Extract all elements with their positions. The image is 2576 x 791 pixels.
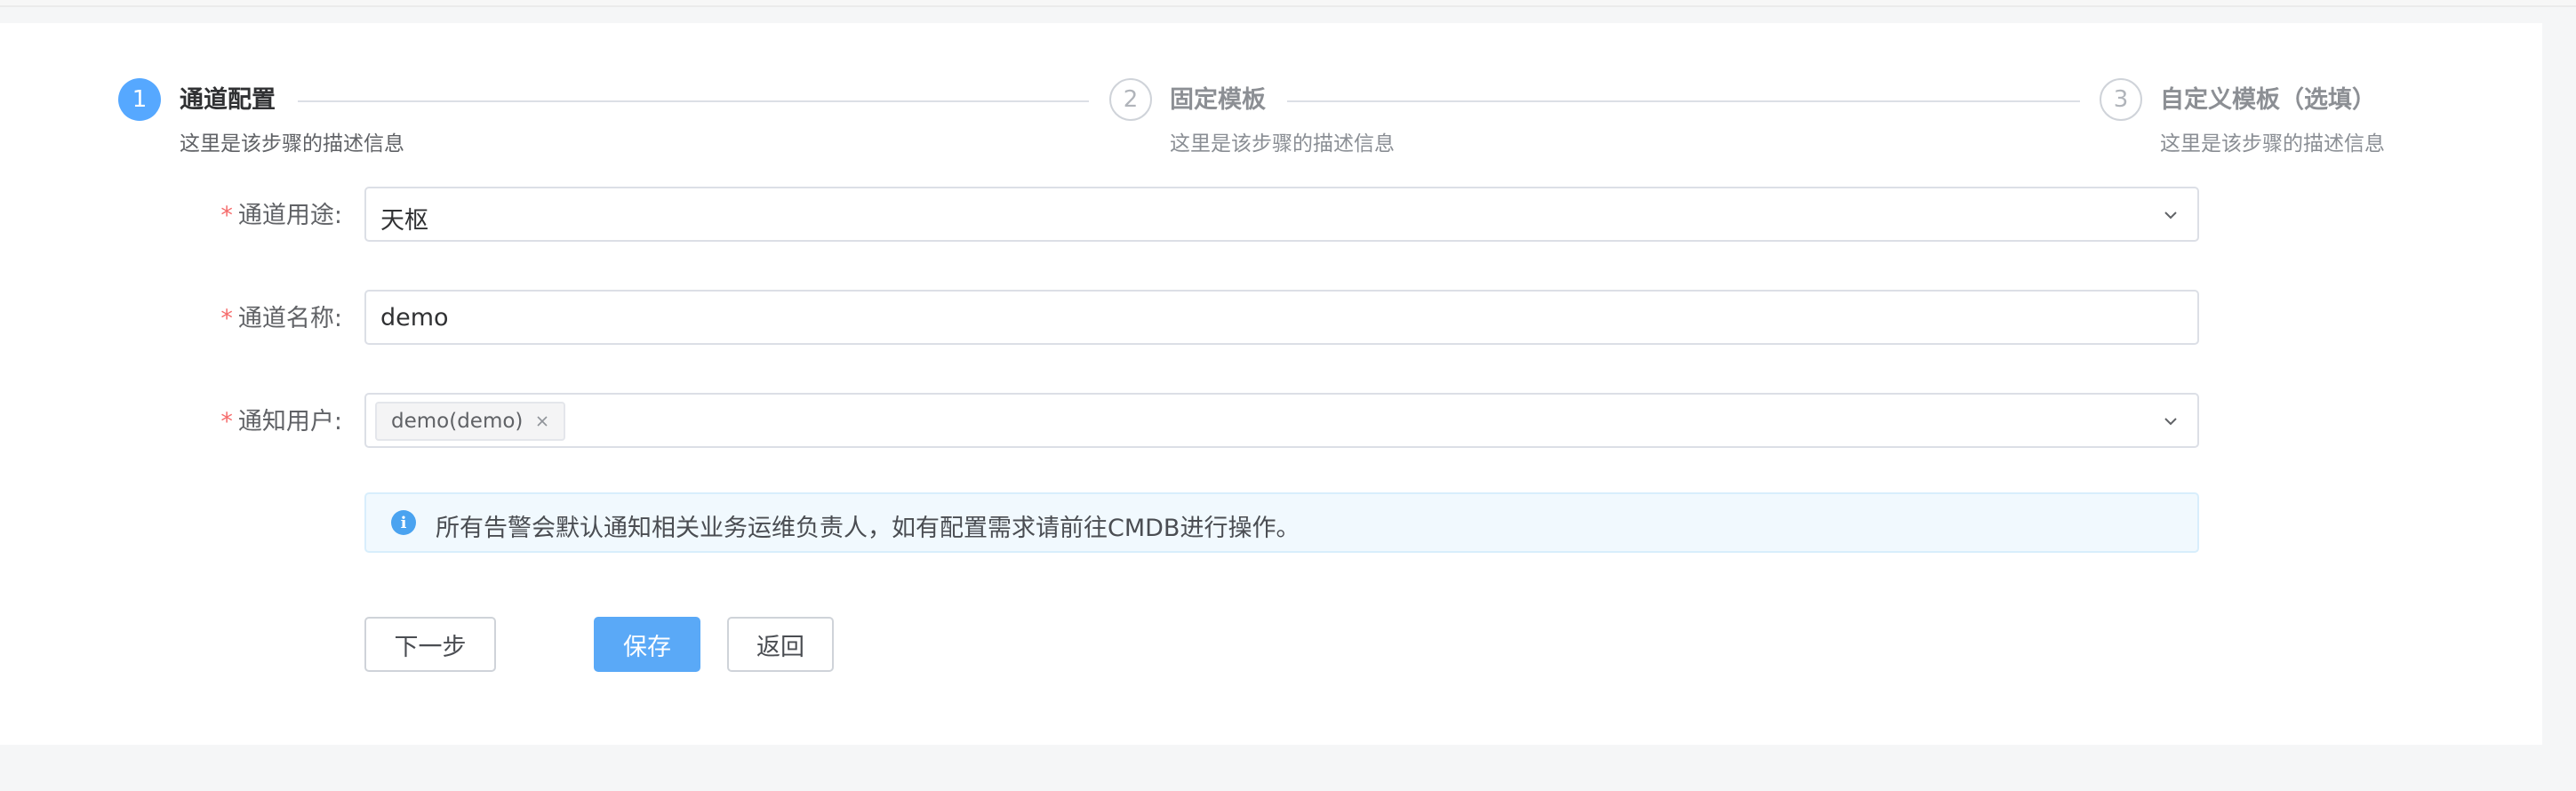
info-alert: i 所有告警会默认通知相关业务运维负责人，如有配置需求请前往CMDB进行操作。 bbox=[364, 492, 2199, 553]
step-2-title: 固定模板 bbox=[1170, 86, 1266, 114]
info-icon: i bbox=[391, 510, 416, 535]
step-1-number: 1 bbox=[118, 78, 161, 121]
next-step-button[interactable]: 下一步 bbox=[364, 617, 496, 672]
content-card: 1 通道配置 这里是该步骤的描述信息 2 固定模板 这里是该步骤的描述信息 3 … bbox=[0, 23, 2542, 745]
required-mark: * bbox=[220, 202, 233, 229]
chevron-down-icon bbox=[2164, 418, 2177, 426]
step-2-desc: 这里是该步骤的描述信息 bbox=[1170, 132, 1395, 156]
name-input[interactable]: demo bbox=[364, 290, 2199, 345]
step-1-title: 通道配置 bbox=[180, 86, 276, 114]
close-icon[interactable] bbox=[535, 414, 549, 428]
save-button[interactable]: 保存 bbox=[594, 617, 700, 672]
users-label-text: 通知用户: bbox=[237, 408, 342, 435]
step-connector-1 bbox=[298, 100, 1089, 102]
step-1-desc: 这里是该步骤的描述信息 bbox=[180, 132, 404, 156]
back-button[interactable]: 返回 bbox=[727, 617, 834, 672]
step-connector-2 bbox=[1287, 100, 2080, 102]
required-mark: * bbox=[220, 305, 233, 332]
alert-text: 所有告警会默认通知相关业务运维负责人，如有配置需求请前往CMDB进行操作。 bbox=[436, 515, 1300, 542]
purpose-value: 天枢 bbox=[380, 207, 428, 235]
chevron-down-icon bbox=[2164, 212, 2177, 220]
users-select[interactable]: demo(demo) bbox=[364, 393, 2199, 448]
step-3-title: 自定义模板（选填） bbox=[2160, 86, 2376, 114]
name-label-text: 通道名称: bbox=[237, 305, 342, 332]
users-label: * 通知用户: bbox=[191, 402, 342, 436]
user-tag: demo(demo) bbox=[375, 402, 566, 441]
step-3-desc: 这里是该步骤的描述信息 bbox=[2160, 132, 2385, 156]
top-divider bbox=[0, 0, 2576, 7]
step-3-number: 3 bbox=[2100, 78, 2142, 121]
purpose-label: * 通道用途: bbox=[191, 196, 342, 230]
purpose-label-text: 通道用途: bbox=[237, 202, 342, 229]
name-value: demo bbox=[380, 304, 449, 332]
user-tag-label: demo(demo) bbox=[391, 410, 524, 433]
purpose-select[interactable]: 天枢 bbox=[364, 187, 2199, 242]
step-2-number: 2 bbox=[1109, 78, 1152, 121]
name-label: * 通道名称: bbox=[191, 299, 342, 333]
required-mark: * bbox=[220, 408, 233, 435]
